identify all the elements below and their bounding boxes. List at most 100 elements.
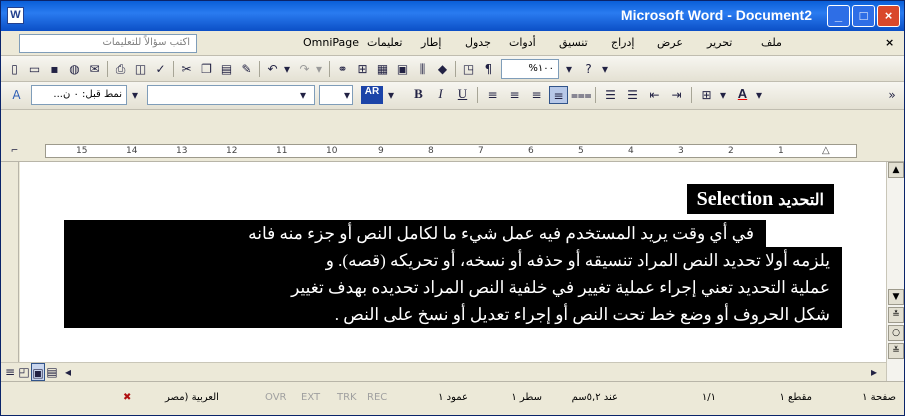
hyperlink-icon[interactable]: ⚭ (333, 60, 352, 78)
help-icon[interactable]: ? (579, 60, 598, 78)
print-layout-icon[interactable]: ▣ (31, 363, 45, 381)
print-icon[interactable]: ⎙ (111, 60, 130, 78)
paragraph-line[interactable]: في أي وقت يريد المستخدم فيه عمل شيء ما ل… (64, 220, 766, 247)
menu-file[interactable]: ملف (761, 36, 782, 49)
format-painter-icon[interactable]: ✎ (237, 60, 256, 78)
borders-dropdown-icon[interactable]: ▾ (717, 86, 729, 104)
zoom-dropdown-icon[interactable]: ▾ (563, 60, 575, 78)
font-select[interactable] (147, 85, 315, 105)
bold-button[interactable]: B (409, 86, 428, 104)
scroll-left-icon[interactable]: ◂ (61, 363, 75, 381)
insert-table-icon[interactable]: ▦ (373, 60, 392, 78)
ruler-label: 2 (728, 146, 734, 156)
menu-edit[interactable]: تحرير (707, 36, 732, 49)
align-center-icon[interactable]: ≡ (505, 86, 524, 104)
italic-button[interactable]: I (431, 86, 450, 104)
status-line: سطر ١ (511, 392, 542, 403)
distributed-icon[interactable]: ⩶ (571, 86, 592, 104)
justify-icon[interactable]: ≡ (549, 86, 568, 104)
document-page[interactable]: Selection التحديد في أي وقت يريد المستخد… (20, 162, 886, 362)
scroll-down-icon[interactable]: ▼ (888, 289, 904, 305)
align-left-icon[interactable]: ≡ (483, 86, 502, 104)
copy-icon[interactable]: ❐ (197, 60, 216, 78)
zoom-select[interactable]: ١٠٠% (501, 59, 559, 79)
scroll-right-icon[interactable]: ▸ (867, 363, 881, 381)
word-app-icon[interactable]: W (7, 7, 24, 24)
normal-view-icon[interactable]: ≡ (3, 363, 17, 381)
web-layout-icon[interactable]: ◰ (17, 363, 31, 381)
horizontal-ruler[interactable]: ⌐ 15 14 13 12 11 10 9 8 7 6 5 4 3 2 1 △ (1, 140, 904, 162)
new-document-icon[interactable]: ▯ (5, 60, 24, 78)
print-preview-icon[interactable]: ◫ (131, 60, 150, 78)
ruler-label: 3 (678, 146, 684, 156)
menu-format[interactable]: تنسيق (559, 36, 588, 49)
paste-icon[interactable]: ▤ (217, 60, 236, 78)
tables-borders-icon[interactable]: ⊞ (353, 60, 372, 78)
horizontal-scrollbar[interactable]: ≡ ◰ ▣ ▤ ◂ ▸ (1, 362, 886, 381)
style-dropdown-icon[interactable]: ▾ (129, 86, 141, 104)
paragraph-line[interactable]: شكل الحروف أو وضع خط تحت النص أو إجراء ت… (64, 301, 842, 328)
title-bar[interactable]: W Microsoft Word - Document2 _ □ × (1, 1, 904, 31)
text-direction-ar-button[interactable]: AR (361, 86, 383, 104)
ar-dropdown-icon[interactable]: ▾ (385, 86, 397, 104)
save-icon[interactable]: ▪ (45, 60, 64, 78)
indent-marker-icon[interactable]: △ (822, 145, 830, 156)
redo-dropdown-icon[interactable]: ▾ (313, 60, 325, 78)
undo-dropdown-icon[interactable]: ▾ (281, 60, 293, 78)
previous-page-icon[interactable]: ≛ (888, 307, 904, 323)
menu-help[interactable]: تعليمات (367, 36, 402, 49)
scroll-up-icon[interactable]: ▲ (888, 162, 904, 178)
style-select[interactable]: نمط قبل: ٠ ن... (31, 85, 127, 105)
document-map-icon[interactable]: ◳ (459, 60, 478, 78)
spelling-icon[interactable]: ✓ (151, 60, 170, 78)
decrease-indent-icon[interactable]: ⇤ (645, 86, 664, 104)
menu-table[interactable]: جدول (465, 36, 491, 49)
borders-icon[interactable]: ⊞ (697, 86, 716, 104)
status-ext[interactable]: EXT (301, 392, 320, 403)
redo-icon[interactable]: ↷ (295, 60, 314, 78)
help-search-input[interactable]: اكتب سؤالاً للتعليمات (19, 34, 197, 53)
toolbar-overflow-icon[interactable]: » (885, 86, 899, 104)
font-color-button[interactable]: A (733, 86, 752, 104)
align-right-icon[interactable]: ≡ (527, 86, 546, 104)
browse-object-icon[interactable]: ○ (888, 325, 904, 341)
paragraph-line[interactable]: يلزمه أولا تحديد النص المراد تنسيقه أو ح… (64, 247, 842, 274)
drawing-icon[interactable]: ◆ (433, 60, 452, 78)
font-dropdown-icon[interactable]: ▾ (297, 86, 309, 104)
font-color-dropdown-icon[interactable]: ▾ (753, 86, 765, 104)
paragraph-line[interactable]: عملية التحديد تعني إجراء عملية تغيير في … (64, 274, 842, 301)
bullets-icon[interactable]: ☰ (623, 86, 642, 104)
underline-button[interactable]: U (453, 86, 472, 104)
status-rec[interactable]: REC (367, 392, 387, 403)
open-folder-icon[interactable]: ▭ (25, 60, 44, 78)
increase-indent-icon[interactable]: ⇥ (667, 86, 686, 104)
show-hide-paragraph-icon[interactable]: ¶ (479, 60, 498, 78)
spelling-status-icon[interactable]: ✖ (123, 392, 131, 403)
styles-formatting-icon[interactable]: A (7, 86, 26, 104)
maximize-button[interactable]: □ (852, 5, 875, 27)
document-heading[interactable]: Selection التحديد (686, 184, 834, 214)
menu-omnipage[interactable]: OmniPage (303, 36, 359, 49)
undo-icon[interactable]: ↶ (263, 60, 282, 78)
menu-view[interactable]: عرض (657, 36, 683, 49)
menu-frame[interactable]: إطار (421, 36, 441, 49)
toolbar-options-icon[interactable]: ▾ (599, 60, 611, 78)
numbering-icon[interactable]: ☰ (601, 86, 620, 104)
close-document-button[interactable]: × (885, 36, 894, 49)
cut-icon[interactable]: ✂ (177, 60, 196, 78)
next-page-icon[interactable]: ≚ (888, 343, 904, 359)
minimize-button[interactable]: _ (827, 5, 850, 27)
status-trk[interactable]: TRK (337, 392, 357, 403)
insert-excel-icon[interactable]: ▣ (393, 60, 412, 78)
menu-insert[interactable]: إدراج (611, 36, 634, 49)
menu-tools[interactable]: أدوات (509, 36, 536, 49)
columns-icon[interactable]: ⫼ (413, 60, 432, 78)
size-dropdown-icon[interactable]: ▾ (341, 86, 353, 104)
tab-selector-icon[interactable]: ⌐ (5, 142, 24, 160)
email-icon[interactable]: ✉ (85, 60, 104, 78)
vertical-scrollbar[interactable]: ▲ ▼ ≛ ○ ≚ (886, 162, 904, 381)
outline-view-icon[interactable]: ▤ (45, 363, 59, 381)
close-button[interactable]: × (877, 5, 900, 27)
status-ovr[interactable]: OVR (265, 392, 286, 403)
permission-icon[interactable]: ◍ (65, 60, 84, 78)
